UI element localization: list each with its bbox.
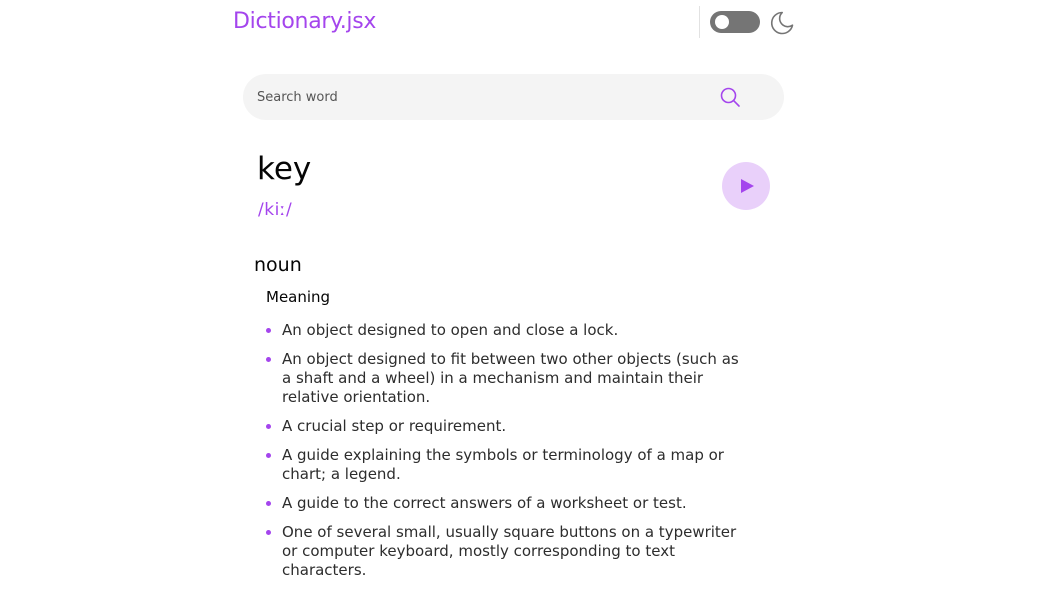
entry-phonetic: /kiː/	[258, 200, 293, 220]
bullet	[266, 357, 271, 362]
search-icon[interactable]	[719, 86, 741, 108]
bullet	[266, 424, 271, 429]
entry-word: key	[257, 151, 312, 187]
definition-item: A guide explaining the symbols or termin…	[264, 446, 744, 484]
moon-icon	[770, 11, 794, 35]
play-audio-button[interactable]	[722, 162, 770, 210]
definition-item: A crucial step or requirement.	[264, 417, 744, 436]
definition-item: A guide to the correct answers of a work…	[264, 494, 744, 513]
play-icon	[741, 179, 754, 193]
meaning-heading: Meaning	[266, 288, 331, 306]
bullet	[266, 501, 271, 506]
bullet	[266, 530, 271, 535]
search-bar	[243, 74, 784, 120]
definition-text: A crucial step or requirement.	[282, 417, 507, 435]
definition-text: One of several small, usually square but…	[282, 523, 737, 579]
search-input[interactable]	[257, 74, 697, 120]
definition-item: One of several small, usually square but…	[264, 523, 744, 580]
dictionary-app: Dictionary.jsx key /kiː/ noun Meaning An…	[0, 0, 1042, 589]
bullet	[266, 328, 271, 333]
app-logo[interactable]: Dictionary.jsx	[233, 6, 376, 38]
toggle-knob	[715, 15, 729, 29]
definition-list: An object designed to open and close a l…	[264, 321, 744, 589]
bullet	[266, 453, 271, 458]
header-divider	[699, 6, 700, 38]
definition-text: A guide to the correct answers of a work…	[282, 494, 687, 512]
definition-text: An object designed to fit between two ot…	[282, 350, 739, 406]
theme-toggle[interactable]	[710, 11, 760, 33]
definition-item: An object designed to fit between two ot…	[264, 350, 744, 407]
definition-text: A guide explaining the symbols or termin…	[282, 446, 724, 483]
definition-item: An object designed to open and close a l…	[264, 321, 744, 340]
part-of-speech: noun	[254, 254, 302, 276]
definition-text: An object designed to open and close a l…	[282, 321, 619, 339]
